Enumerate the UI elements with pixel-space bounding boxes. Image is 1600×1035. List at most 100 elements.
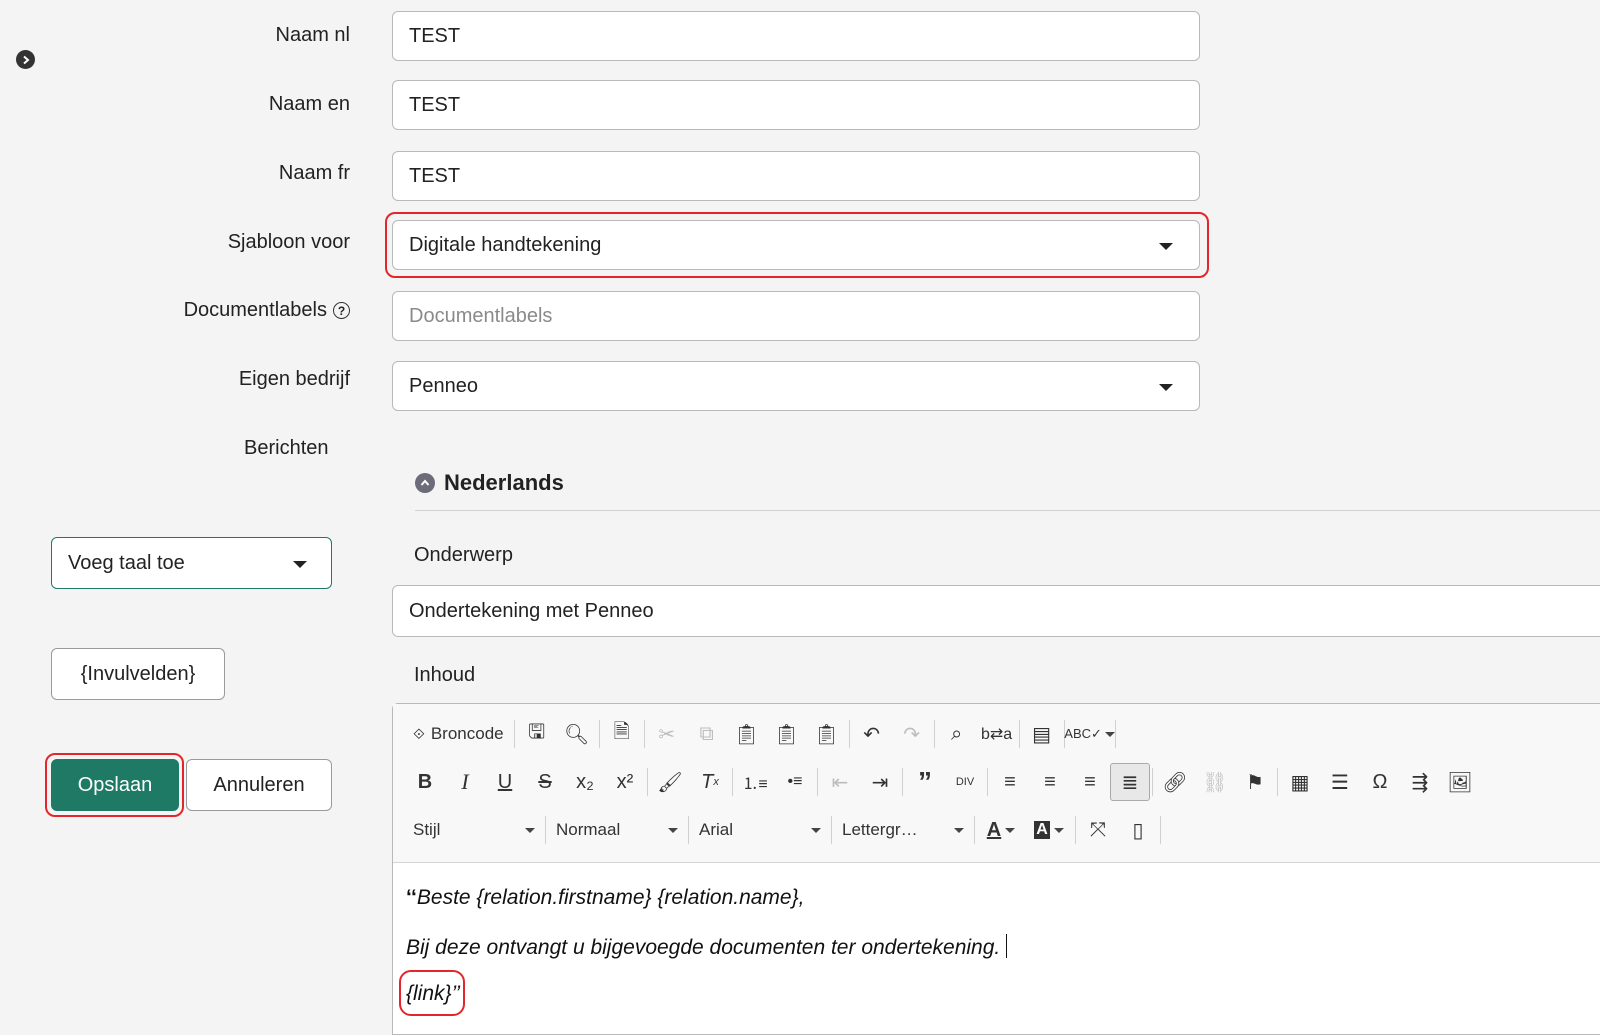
background-color-glyph: A — [1034, 821, 1050, 839]
chevron-down-icon — [1159, 243, 1173, 250]
naam-nl-input[interactable]: TEST — [392, 11, 1200, 61]
style-combo[interactable]: Stijl — [405, 813, 543, 847]
anchor-flag-icon[interactable]: ⚑ — [1235, 763, 1275, 801]
naam-en-input[interactable]: TEST — [392, 80, 1200, 130]
cut-icon[interactable]: ✂ — [647, 715, 687, 753]
align-justify-icon[interactable]: ≣ — [1110, 763, 1150, 801]
paste-text-icon[interactable]: 📋︎ — [767, 715, 807, 753]
superscript-icon[interactable]: x² — [605, 763, 645, 801]
bulleted-list-icon[interactable]: •≡ — [775, 763, 815, 801]
font-size-combo-label: Lettergr… — [842, 820, 918, 839]
table-icon[interactable]: ▦ — [1280, 763, 1320, 801]
bold-icon[interactable]: B — [405, 763, 445, 801]
text-cursor — [1006, 934, 1008, 958]
label-naam-nl: Naam nl — [275, 24, 350, 46]
paste-word-icon[interactable]: 📋︎ — [807, 715, 847, 753]
align-right-icon[interactable]: ≡ — [1070, 763, 1110, 801]
templates-icon[interactable]: 🗎 — [602, 715, 642, 753]
font-combo-label: Arial — [699, 820, 734, 839]
naam-fr-value: TEST — [409, 164, 461, 187]
text-color-icon[interactable]: A — [977, 811, 1025, 849]
source-button[interactable]: ⟐ Broncode — [405, 715, 512, 753]
expand-sidebar-icon[interactable] — [16, 50, 35, 69]
source-label: Broncode — [430, 724, 504, 743]
toolbar-separator — [643, 720, 645, 748]
italic-icon[interactable]: I — [445, 763, 485, 801]
documentlabels-input[interactable]: Documentlabels — [392, 291, 1200, 341]
align-center-icon[interactable]: ≡ — [1030, 763, 1070, 801]
add-language-select[interactable]: Voeg taal toe — [51, 537, 332, 589]
cancel-button[interactable]: Annuleren — [186, 759, 332, 811]
copy-format-icon[interactable]: 🖌︎ — [650, 763, 690, 801]
undo-icon[interactable]: ↶ — [852, 715, 892, 753]
subscript-icon[interactable]: x₂ — [565, 763, 605, 801]
label-naam-fr: Naam fr — [278, 162, 350, 184]
subject-input[interactable]: Ondertekening met Penneo — [392, 585, 1600, 637]
copy-icon[interactable]: ⧉ — [687, 715, 727, 753]
chevron-circle-up-icon[interactable] — [415, 473, 435, 493]
text-color-glyph: A — [986, 818, 1002, 841]
div-container-icon[interactable]: DIV — [945, 763, 985, 801]
outdent-icon[interactable]: ⇤ — [820, 763, 860, 801]
invulvelden-button[interactable]: {Invulvelden} — [51, 648, 225, 700]
documentlabels-label-text: Documentlabels — [183, 299, 327, 321]
source-code-icon: ⟐ — [413, 725, 425, 743]
chevron-down-icon — [668, 827, 678, 833]
spellcheck-icon[interactable]: ABC✓ — [1064, 715, 1115, 753]
toolbar-separator — [1160, 816, 1161, 844]
toolbar-separator — [1075, 816, 1076, 844]
maximize-icon[interactable]: ⤧ — [1078, 811, 1118, 849]
redo-icon[interactable]: ↷ — [892, 715, 932, 753]
page-break-icon[interactable]: ⇶ — [1400, 763, 1440, 801]
chevron-down-icon — [1005, 827, 1016, 833]
editor-line-1-text: Beste {relation.firstname} {relation.nam… — [416, 886, 805, 909]
editor-line-3[interactable]: {link}’’ — [406, 982, 460, 1006]
font-size-combo[interactable]: Lettergr… — [834, 813, 972, 847]
numbered-list-icon[interactable]: ⒈≡ — [735, 763, 775, 801]
preview-icon[interactable]: 🔍︎ — [557, 715, 597, 753]
toolbar-separator — [987, 768, 988, 796]
blockquote-icon[interactable]: ” — [905, 763, 945, 801]
toolbar-separator — [1018, 720, 1020, 748]
label-documentlabels: Documentlabels ? — [184, 299, 350, 322]
align-left-icon[interactable]: ≡ — [990, 763, 1030, 801]
remove-format-icon[interactable]: Tx — [690, 763, 730, 801]
eigen-bedrijf-select[interactable]: Penneo — [392, 361, 1200, 411]
chevron-down-icon — [525, 827, 535, 833]
link-icon[interactable]: 🔗︎ — [1155, 763, 1195, 801]
open-quote: ‘‘ — [406, 886, 417, 909]
font-combo[interactable]: Arial — [691, 813, 829, 847]
editor-line-3-text: {link} — [406, 982, 452, 1005]
save-doc-icon[interactable]: 🖫 — [517, 715, 557, 753]
image-icon[interactable]: 🖼︎ — [1440, 763, 1480, 801]
unlink-icon[interactable]: ⛓ — [1195, 763, 1235, 801]
editor-line-2[interactable]: Bij deze ontvangt u bijgevoegde document… — [406, 934, 1008, 960]
horizontal-line-icon[interactable]: ☰ — [1320, 763, 1360, 801]
show-blocks-icon[interactable]: ▯ — [1118, 811, 1158, 849]
language-section-header[interactable]: Nederlands — [415, 470, 564, 496]
underline-icon[interactable]: U — [485, 763, 525, 801]
background-color-icon[interactable]: A — [1025, 811, 1073, 849]
chevron-down-icon — [1053, 827, 1064, 833]
naam-fr-input[interactable]: TEST — [392, 151, 1200, 201]
save-button[interactable]: Opslaan — [51, 759, 179, 811]
label-naam-en: Naam en — [268, 93, 350, 115]
editor-line-1[interactable]: ‘‘Beste {relation.firstname} {relation.n… — [406, 886, 804, 910]
select-all-icon[interactable]: ▤ — [1022, 715, 1062, 753]
format-combo-label: Normaal — [556, 820, 621, 839]
naam-en-value: TEST — [409, 93, 461, 116]
find-icon[interactable]: ⌕ — [937, 715, 977, 753]
toolbar-separator — [732, 768, 733, 796]
replace-icon[interactable]: b⇄a — [977, 715, 1017, 753]
add-language-label: Voeg taal toe — [68, 551, 185, 574]
chevron-down-icon — [1104, 731, 1115, 737]
strikethrough-icon[interactable]: S — [525, 763, 565, 801]
special-char-icon[interactable]: Ω — [1360, 763, 1400, 801]
indent-icon[interactable]: ⇥ — [860, 763, 900, 801]
question-circle-icon[interactable]: ? — [333, 302, 350, 319]
paste-icon[interactable]: 📋︎ — [727, 715, 767, 753]
format-combo[interactable]: Normaal — [548, 813, 686, 847]
toolbar-row-1: ⟐ Broncode 🖫 🔍︎ 🗎 ✂ ⧉ 📋︎ 📋︎ 📋︎ ↶ ↷ ⌕ b⇄a… — [405, 714, 1118, 754]
toolbar-separator — [1152, 768, 1153, 796]
sjabloon-voor-select[interactable]: Digitale handtekening — [392, 220, 1200, 270]
